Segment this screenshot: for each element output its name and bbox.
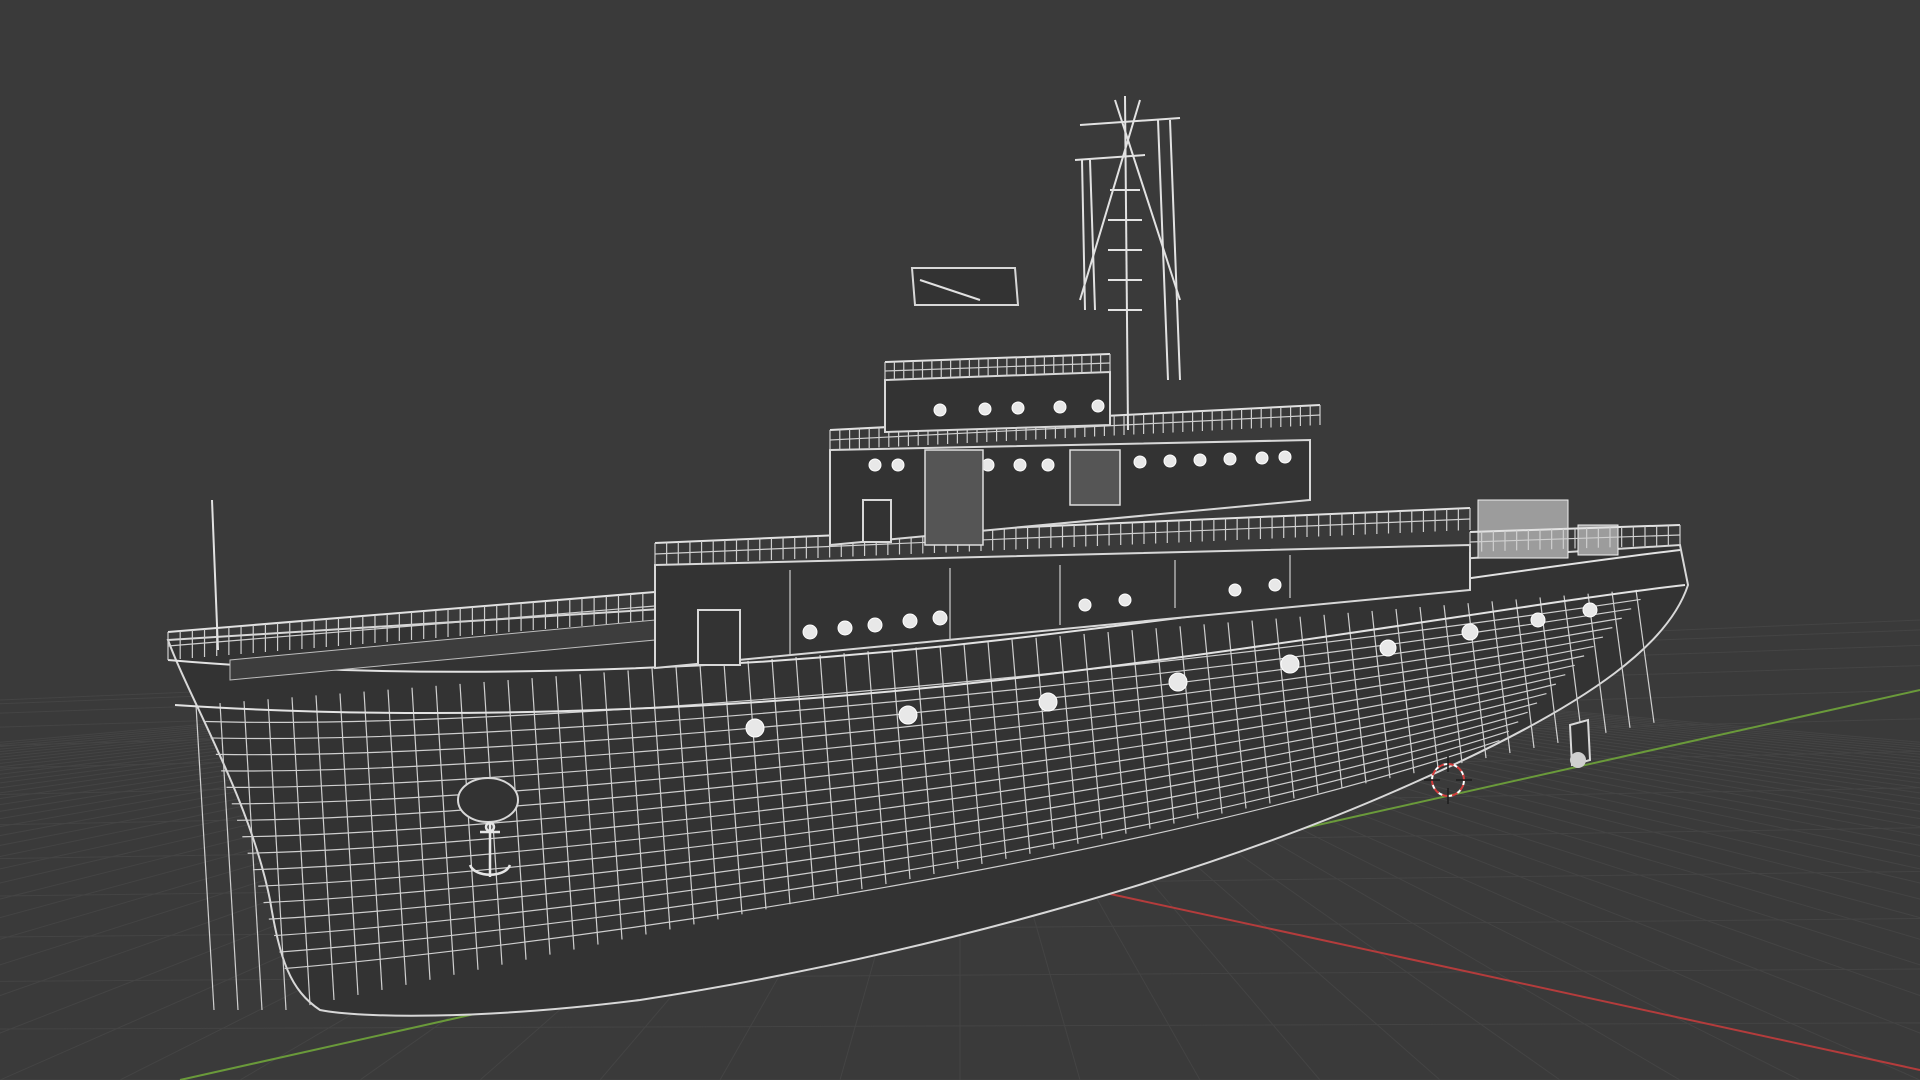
- rudder: [1568, 718, 1592, 768]
- wheelhouse[interactable]: [884, 370, 1111, 434]
- vent-stack-right: [1069, 449, 1121, 506]
- lower-door[interactable]: [697, 609, 741, 666]
- hawse-pipe: [457, 777, 519, 823]
- 3d-viewport[interactable]: [0, 0, 1920, 1080]
- upper-door[interactable]: [862, 499, 892, 543]
- searchlight-platform: [910, 267, 1020, 306]
- vent-stack-left: [924, 449, 984, 546]
- viewport-canvas[interactable]: [0, 0, 1920, 1080]
